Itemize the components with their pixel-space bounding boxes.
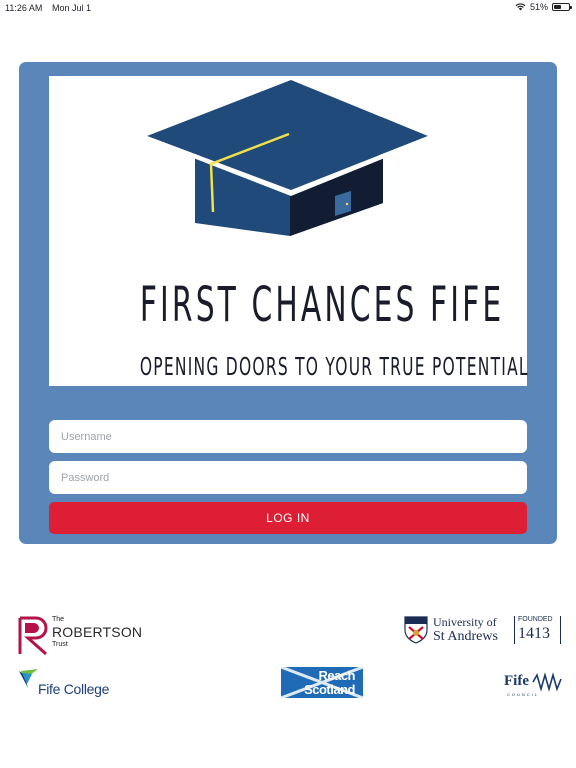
fife-college-logo: Fife College xyxy=(18,668,128,700)
brand-title: FIRST CHANCES FIFE xyxy=(139,277,505,333)
login-button[interactable]: LOG IN xyxy=(49,502,527,534)
st-andrews-divider xyxy=(514,616,515,644)
password-input[interactable] xyxy=(49,461,527,494)
robertson-trust: Trust xyxy=(52,641,68,648)
graduation-cap-icon xyxy=(147,80,429,236)
st-andrews-line1: University of xyxy=(433,615,497,629)
fife-council-wave-icon xyxy=(532,672,562,692)
robertson-the: The xyxy=(52,616,65,623)
st-andrews-divider-right xyxy=(560,616,561,644)
fife-college-name: Fife College xyxy=(38,681,110,697)
reach-scotland-logo: Reach Scotland xyxy=(281,667,363,698)
st-andrews-year: 1413 xyxy=(518,625,550,642)
robertson-r-icon xyxy=(18,616,48,656)
battery-percent: 51% xyxy=(529,2,548,12)
status-bar: 11:26 AM Mon Jul 1 51% xyxy=(0,0,576,16)
reach-line2: Scotland xyxy=(304,682,355,697)
logo-panel: FIRST CHANCES FIFE OPENING DOORS TO YOUR… xyxy=(49,76,529,386)
battery-fill xyxy=(554,5,562,9)
status-time: 11:26 AM xyxy=(5,3,43,13)
st-andrews-crest-icon xyxy=(404,616,428,644)
st-andrews-logo: University of St Andrews FOUNDED 1413 xyxy=(404,614,562,648)
login-card: FIRST CHANCES FIFE OPENING DOORS TO YOUR… xyxy=(19,62,557,544)
robertson-name: ROBERTSON xyxy=(52,624,143,640)
robertson-trust-logo: The ROBERTSON Trust xyxy=(18,614,148,658)
reach-line1: Reach xyxy=(318,668,355,683)
wifi-icon xyxy=(515,3,526,11)
fife-council-logo: Fife COUNCIL xyxy=(504,668,562,700)
username-input[interactable] xyxy=(49,420,527,453)
battery-icon xyxy=(552,3,572,11)
status-date: Mon Jul 1 xyxy=(52,3,92,13)
fife-council-name: Fife xyxy=(504,673,529,689)
brand-tagline: OPENING DOORS TO YOUR TRUE POTENTIAL xyxy=(139,352,529,381)
status-right: 51% xyxy=(515,2,572,12)
st-andrews-founded: FOUNDED xyxy=(518,616,553,623)
fife-council-sub: COUNCIL xyxy=(507,692,540,697)
st-andrews-line2: St Andrews xyxy=(433,629,498,644)
